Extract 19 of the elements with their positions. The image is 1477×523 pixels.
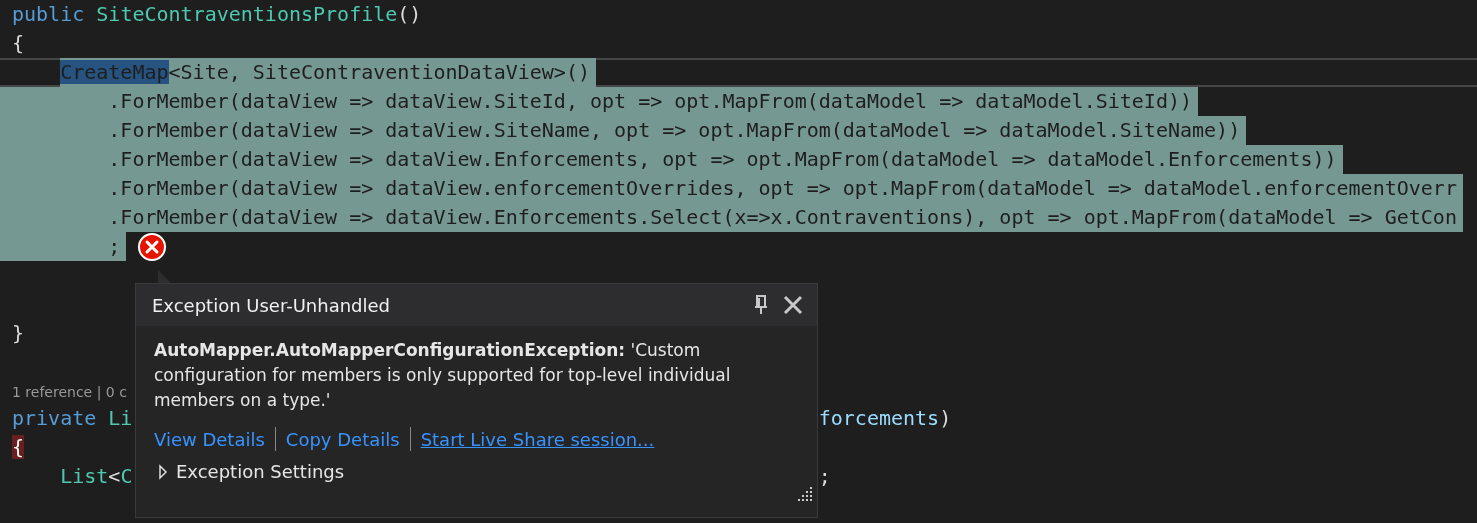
popup-title: Exception User-Unhandled: [152, 294, 392, 316]
code-line: public SiteContraventionsProfile(): [12, 1, 422, 28]
code-line: List<C: [60, 463, 133, 490]
code-line: }: [12, 320, 25, 347]
code-line: {: [12, 30, 25, 57]
exception-settings-label[interactable]: Exception Settings: [176, 461, 345, 482]
close-icon[interactable]: [783, 295, 803, 315]
code-line: ;: [818, 463, 831, 490]
resize-grip-icon[interactable]: [797, 486, 813, 502]
details-link[interactable]: Start Live Share session...: [420, 428, 655, 450]
codelens-text[interactable]: 1 reference | 0 c: [12, 380, 127, 404]
exception-message: AutoMapper.AutoMapperConfigurationException: 'Custom configuration for members is only supported for top-level individual members on a type.': [154, 339, 732, 412]
code-line: forcements): [818, 405, 952, 432]
details-link[interactable]: Copy Details: [285, 428, 400, 450]
pin-icon[interactable]: [755, 295, 767, 315]
error-icon[interactable]: [138, 232, 167, 261]
details-link[interactable]: View Details: [154, 428, 265, 450]
expand-icon[interactable]: [158, 463, 168, 480]
code-line: private Li: [12, 405, 133, 432]
